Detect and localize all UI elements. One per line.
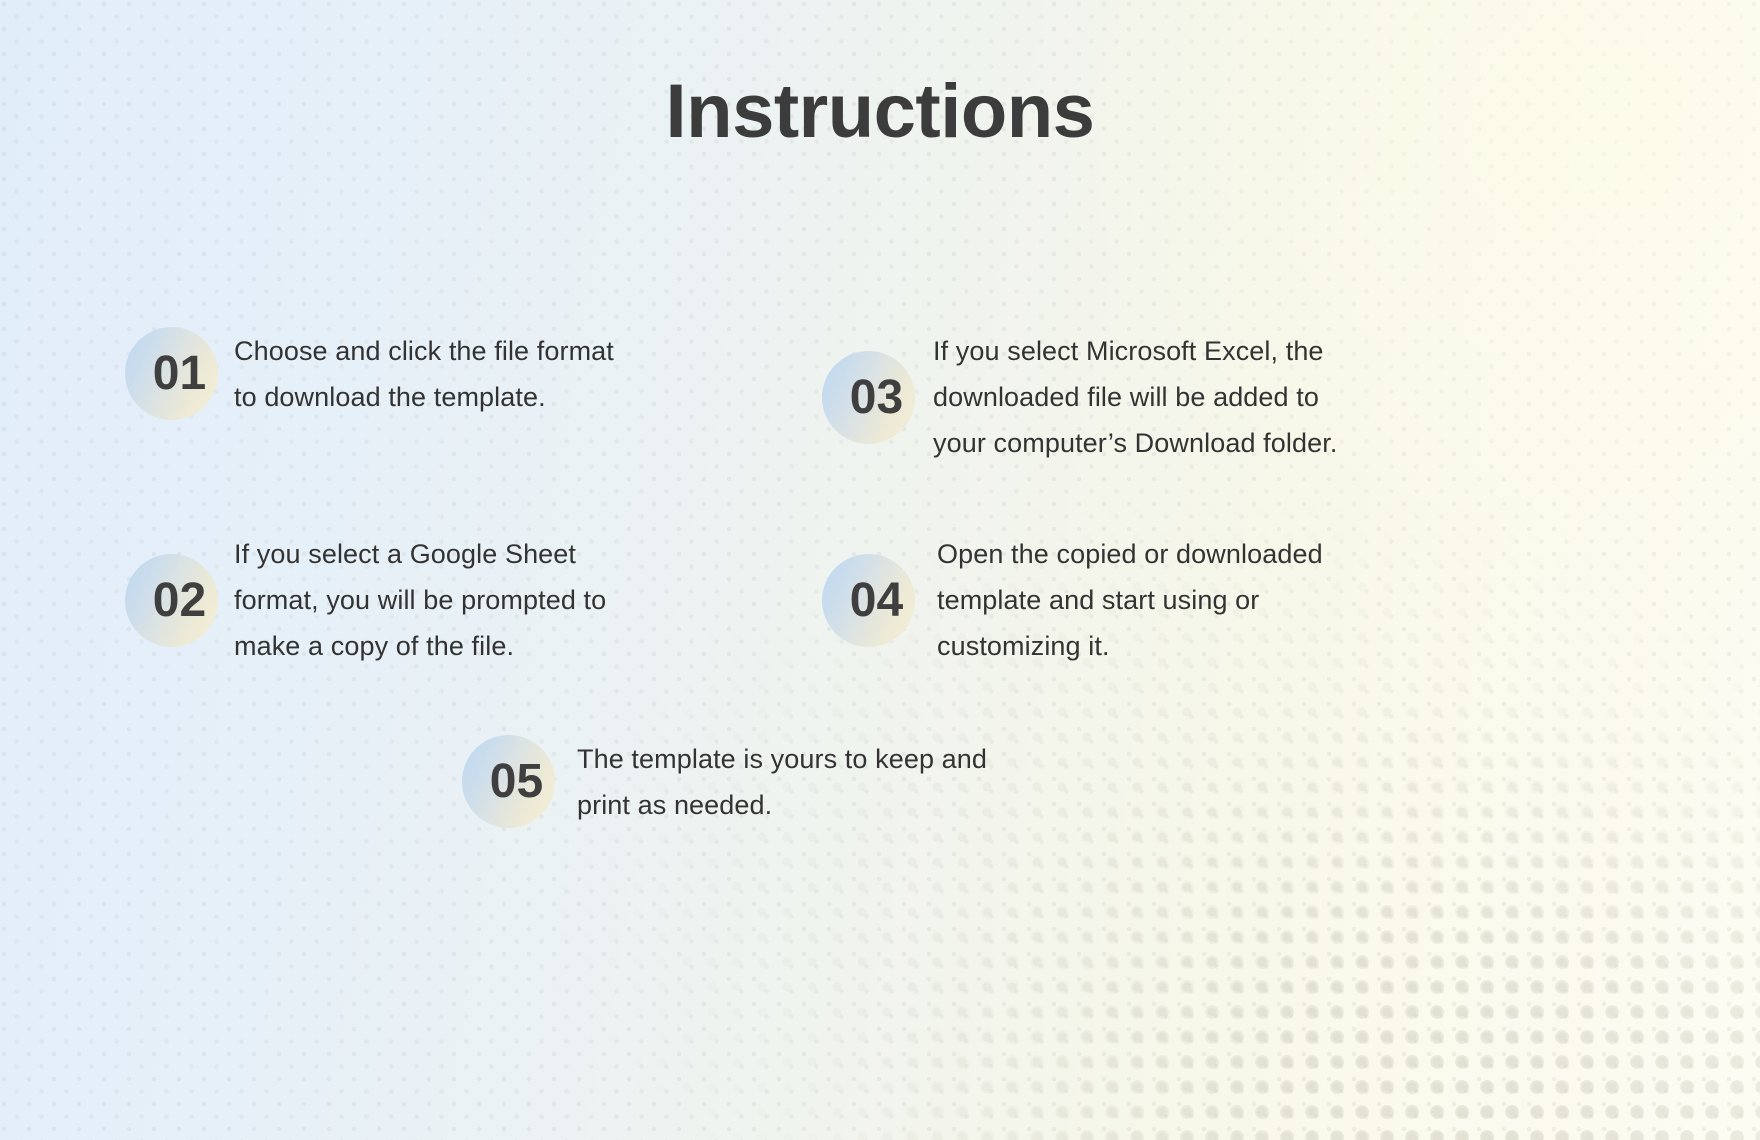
step-number-01: 01 <box>152 347 207 400</box>
instruction-step-01: 01 Choose and click the file format to d… <box>125 327 714 420</box>
step-number-05: 05 <box>489 755 544 808</box>
step-number-badge-04: 04 <box>822 553 915 647</box>
step-description-04: Open the copied or downloaded template a… <box>937 539 1323 661</box>
step-description-02: If you select a Google Sheet format, you… <box>234 539 607 661</box>
step-description-05: The template is yours to keep and print … <box>577 743 988 820</box>
step-number-badge-03: 03 <box>822 350 915 444</box>
instruction-step-02: 02 If you select a Google Sheet format, … <box>125 531 714 669</box>
step-number-04: 04 <box>849 573 904 627</box>
instruction-step-03: 03 If you select Microsoft Excel, the do… <box>822 328 1453 466</box>
step-number-badge-01: 01 <box>125 327 218 420</box>
step-description-03: If you select Microsoft Excel, the downl… <box>933 336 1338 458</box>
step-number-badge-02: 02 <box>125 553 218 647</box>
step-number-badge-05: 05 <box>462 735 555 828</box>
step-number-02: 02 <box>152 573 207 627</box>
instructions-slide: Instructions 01 Choose and click the fil… <box>0 0 1760 1140</box>
page-title: Instructions <box>665 69 1095 154</box>
step-number-03: 03 <box>849 370 904 424</box>
step-description-01: Choose and click the file format to down… <box>234 335 614 412</box>
instruction-step-05: 05 The template is yours to keep and pri… <box>462 735 1087 828</box>
instruction-step-04: 04 Open the copied or downloaded templat… <box>822 531 1437 669</box>
